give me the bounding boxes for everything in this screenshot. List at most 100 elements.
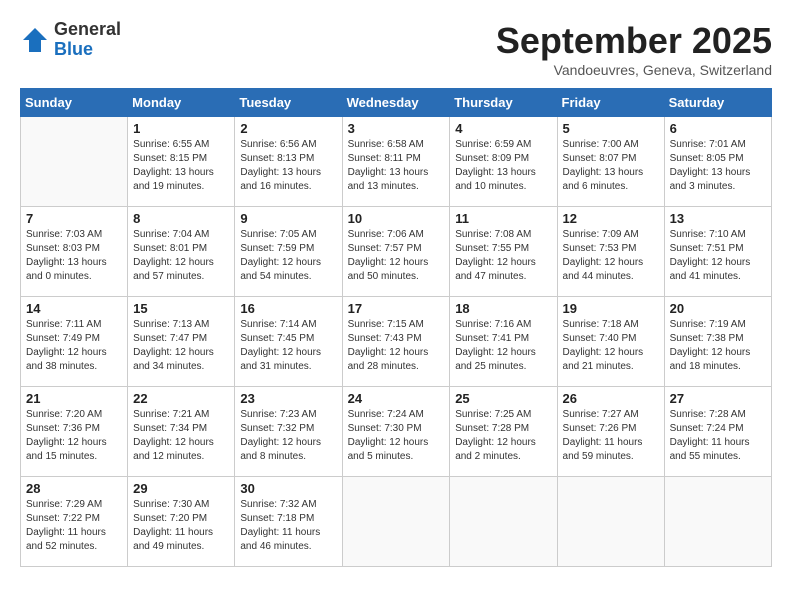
calendar-cell: 19Sunrise: 7:18 AMSunset: 7:40 PMDayligh… <box>557 297 664 387</box>
day-info: Sunrise: 7:00 AMSunset: 8:07 PMDaylight:… <box>563 138 659 194</box>
logo-text: General Blue <box>54 20 121 60</box>
calendar-cell: 22 Sunrise: 7:21 AMSunset: 7:34 PMDayligh… <box>128 387 235 477</box>
day-info: Sunrise: 6:59 AMSunset: 8:09 PMDaylight:… <box>455 138 551 194</box>
day-number: 14 <box>26 301 122 316</box>
calendar-week-row: 28Sunrise: 7:29 AMSunset: 7:22 PMDayligh… <box>21 477 772 567</box>
day-info: Sunrise: 7:01 AMSunset: 8:05 PMDaylight:… <box>670 138 766 194</box>
calendar-cell: 21 Sunrise: 7:20 AMSunset: 7:36 PMDayligh… <box>21 387 128 477</box>
calendar-cell: 4 Sunrise: 6:59 AMSunset: 8:09 PMDaylight… <box>450 117 557 207</box>
day-number: 25 <box>455 391 551 406</box>
day-number: 21 <box>26 391 122 406</box>
calendar-cell: 25 Sunrise: 7:25 AMSunset: 7:28 PMDayligh… <box>450 387 557 477</box>
location: Vandoeuvres, Geneva, Switzerland <box>496 62 772 78</box>
calendar-cell: 27Sunrise: 7:28 AMSunset: 7:24 PMDayligh… <box>664 387 771 477</box>
day-number: 23 <box>240 391 336 406</box>
day-number: 26 <box>563 391 659 406</box>
calendar-table: SundayMondayTuesdayWednesdayThursdayFrid… <box>20 88 772 567</box>
logo-general: General <box>54 19 121 39</box>
day-info: Sunrise: 7:18 AMSunset: 7:40 PMDaylight:… <box>563 318 659 374</box>
calendar-cell <box>450 477 557 567</box>
day-info: Sunrise: 7:32 AMSunset: 7:18 PMDaylight:… <box>240 498 336 554</box>
calendar-cell <box>557 477 664 567</box>
day-info: Sunrise: 7:21 AMSunset: 7:34 PMDaylight:… <box>133 408 229 464</box>
calendar-cell: 6 Sunrise: 7:01 AMSunset: 8:05 PMDaylight… <box>664 117 771 207</box>
calendar-cell: 30 Sunrise: 7:32 AMSunset: 7:18 PMDayligh… <box>235 477 342 567</box>
day-info: Sunrise: 7:14 AMSunset: 7:45 PMDaylight:… <box>240 318 336 374</box>
day-number: 27 <box>670 391 766 406</box>
weekday-header: Tuesday <box>235 89 342 117</box>
logo: General Blue <box>20 20 121 60</box>
calendar-cell: 13 Sunrise: 7:10 AMSunset: 7:51 PMDayligh… <box>664 207 771 297</box>
day-number: 7 <box>26 211 122 226</box>
calendar-cell: 3 Sunrise: 6:58 AMSunset: 8:11 PMDaylight… <box>342 117 450 207</box>
day-info: Sunrise: 7:20 AMSunset: 7:36 PMDaylight:… <box>26 408 122 464</box>
day-info: Sunrise: 7:23 AMSunset: 7:32 PMDaylight:… <box>240 408 336 464</box>
day-number: 20 <box>670 301 766 316</box>
day-info: Sunrise: 7:19 AMSunset: 7:38 PMDaylight:… <box>670 318 766 374</box>
day-info: Sunrise: 7:29 AMSunset: 7:22 PMDaylight:… <box>26 498 122 554</box>
weekday-header: Friday <box>557 89 664 117</box>
day-info: Sunrise: 7:15 AMSunset: 7:43 PMDaylight:… <box>348 318 445 374</box>
calendar-cell: 9 Sunrise: 7:05 AMSunset: 7:59 PMDaylight… <box>235 207 342 297</box>
day-number: 13 <box>670 211 766 226</box>
day-info: Sunrise: 7:05 AMSunset: 7:59 PMDaylight:… <box>240 228 336 284</box>
day-info: Sunrise: 7:11 AMSunset: 7:49 PMDaylight:… <box>26 318 122 374</box>
calendar-cell: 7Sunrise: 7:03 AMSunset: 8:03 PMDaylight… <box>21 207 128 297</box>
calendar-cell: 5 Sunrise: 7:00 AMSunset: 8:07 PMDaylight… <box>557 117 664 207</box>
calendar-cell: 11Sunrise: 7:08 AMSunset: 7:55 PMDayligh… <box>450 207 557 297</box>
day-number: 9 <box>240 211 336 226</box>
day-info: Sunrise: 6:55 AMSunset: 8:15 PMDaylight:… <box>133 138 229 194</box>
day-number: 5 <box>563 121 659 136</box>
day-number: 30 <box>240 481 336 496</box>
day-info: Sunrise: 7:27 AMSunset: 7:26 PMDaylight:… <box>563 408 659 464</box>
day-info: Sunrise: 6:58 AMSunset: 8:11 PMDaylight:… <box>348 138 445 194</box>
day-number: 8 <box>133 211 229 226</box>
day-info: Sunrise: 7:25 AMSunset: 7:28 PMDaylight:… <box>455 408 551 464</box>
day-number: 12 <box>563 211 659 226</box>
calendar-cell <box>664 477 771 567</box>
day-number: 15 <box>133 301 229 316</box>
calendar-cell: 15 Sunrise: 7:13 AMSunset: 7:47 PMDayligh… <box>128 297 235 387</box>
day-number: 3 <box>348 121 445 136</box>
day-number: 6 <box>670 121 766 136</box>
weekday-header: Monday <box>128 89 235 117</box>
logo-icon <box>20 25 50 55</box>
calendar-cell: 23 Sunrise: 7:23 AMSunset: 7:32 PMDayligh… <box>235 387 342 477</box>
weekday-header: Sunday <box>21 89 128 117</box>
calendar-cell: 24 Sunrise: 7:24 AMSunset: 7:30 PMDayligh… <box>342 387 450 477</box>
day-info: Sunrise: 7:10 AMSunset: 7:51 PMDaylight:… <box>670 228 766 284</box>
day-number: 2 <box>240 121 336 136</box>
calendar-week-row: 1Sunrise: 6:55 AMSunset: 8:15 PMDaylight… <box>21 117 772 207</box>
day-number: 22 <box>133 391 229 406</box>
title-block: September 2025 Vandoeuvres, Geneva, Swit… <box>496 20 772 78</box>
day-info: Sunrise: 7:08 AMSunset: 7:55 PMDaylight:… <box>455 228 551 284</box>
month-title: September 2025 <box>496 20 772 62</box>
day-number: 16 <box>240 301 336 316</box>
calendar-cell: 26 Sunrise: 7:27 AMSunset: 7:26 PMDayligh… <box>557 387 664 477</box>
calendar-cell: 18Sunrise: 7:16 AMSunset: 7:41 PMDayligh… <box>450 297 557 387</box>
calendar-cell: 2Sunrise: 6:56 AMSunset: 8:13 PMDaylight… <box>235 117 342 207</box>
calendar-cell: 12Sunrise: 7:09 AMSunset: 7:53 PMDayligh… <box>557 207 664 297</box>
weekday-header: Thursday <box>450 89 557 117</box>
calendar-week-row: 7Sunrise: 7:03 AMSunset: 8:03 PMDaylight… <box>21 207 772 297</box>
day-number: 4 <box>455 121 551 136</box>
calendar-week-row: 21 Sunrise: 7:20 AMSunset: 7:36 PMDayligh… <box>21 387 772 477</box>
calendar-cell: 14 Sunrise: 7:11 AMSunset: 7:49 PMDayligh… <box>21 297 128 387</box>
calendar-cell: 29Sunrise: 7:30 AMSunset: 7:20 PMDayligh… <box>128 477 235 567</box>
page-header: General Blue September 2025 Vandoeuvres,… <box>20 20 772 78</box>
weekday-header: Wednesday <box>342 89 450 117</box>
weekday-header-row: SundayMondayTuesdayWednesdayThursdayFrid… <box>21 89 772 117</box>
day-number: 24 <box>348 391 445 406</box>
day-number: 10 <box>348 211 445 226</box>
logo-blue: Blue <box>54 39 93 59</box>
calendar-cell <box>21 117 128 207</box>
day-number: 17 <box>348 301 445 316</box>
day-info: Sunrise: 7:13 AMSunset: 7:47 PMDaylight:… <box>133 318 229 374</box>
day-number: 29 <box>133 481 229 496</box>
calendar-cell: 1Sunrise: 6:55 AMSunset: 8:15 PMDaylight… <box>128 117 235 207</box>
calendar-cell: 28Sunrise: 7:29 AMSunset: 7:22 PMDayligh… <box>21 477 128 567</box>
calendar-week-row: 14 Sunrise: 7:11 AMSunset: 7:49 PMDayligh… <box>21 297 772 387</box>
day-info: Sunrise: 7:06 AMSunset: 7:57 PMDaylight:… <box>348 228 445 284</box>
calendar-cell <box>342 477 450 567</box>
day-info: Sunrise: 7:24 AMSunset: 7:30 PMDaylight:… <box>348 408 445 464</box>
